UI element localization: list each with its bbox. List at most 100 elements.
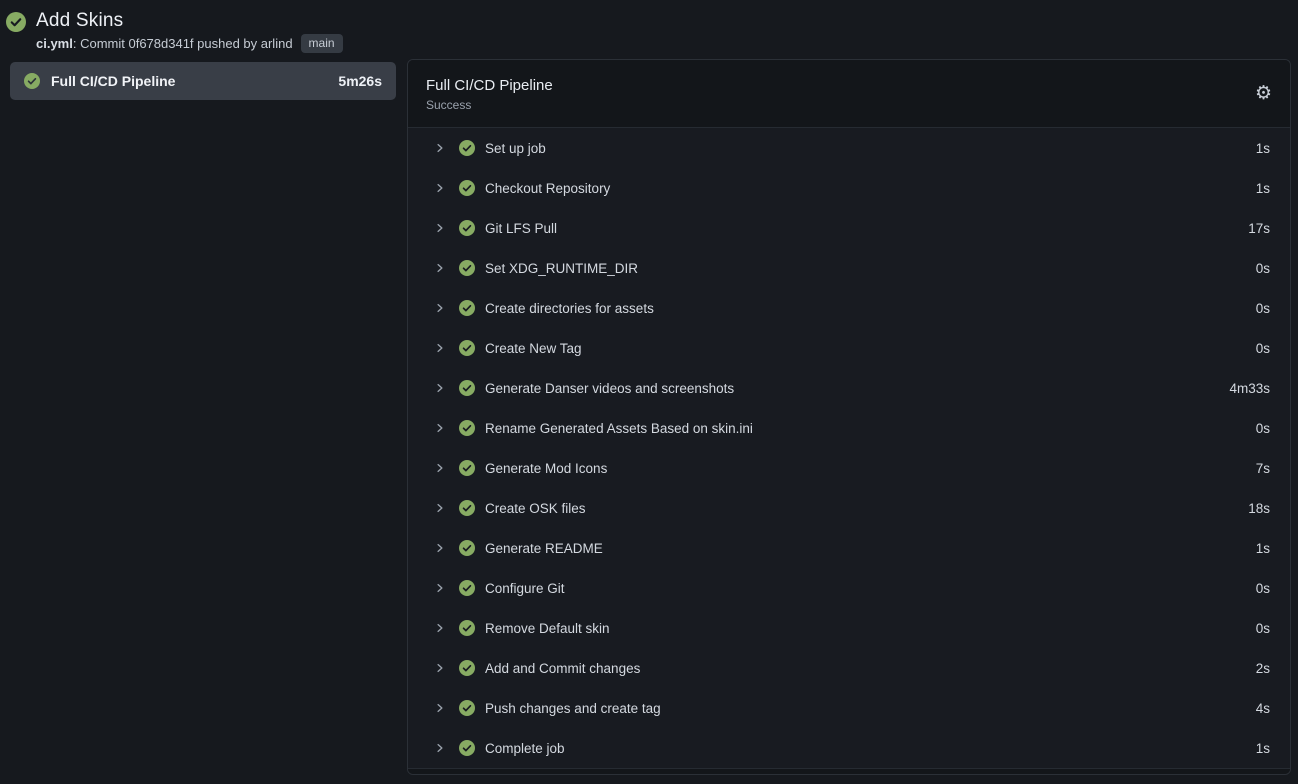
step-row[interactable]: Git LFS Pull 17s — [408, 208, 1290, 248]
step-success-icon — [459, 580, 475, 596]
chevron-right-icon — [434, 742, 446, 754]
step-name: Git LFS Pull — [485, 221, 557, 236]
job-panel: Full CI/CD Pipeline Success ⚙ Set up job… — [407, 59, 1291, 775]
step-success-icon — [459, 140, 475, 156]
step-row[interactable]: Set up job 1s — [408, 128, 1290, 168]
step-success-icon — [459, 180, 475, 196]
step-success-icon — [459, 500, 475, 516]
job-list-item-full-ci-cd-pipeline[interactable]: Full CI/CD Pipeline 5m26s — [10, 62, 396, 100]
step-duration: 0s — [1256, 621, 1270, 636]
step-row[interactable]: Configure Git 0s — [408, 568, 1290, 608]
step-success-icon — [459, 660, 475, 676]
job-duration: 5m26s — [338, 73, 382, 89]
step-row[interactable]: Create New Tag 0s — [408, 328, 1290, 368]
step-duration: 0s — [1256, 421, 1270, 436]
chevron-right-icon — [434, 422, 446, 434]
step-name: Remove Default skin — [485, 621, 610, 636]
job-panel-footer — [408, 768, 1290, 774]
step-row[interactable]: Remove Default skin 0s — [408, 608, 1290, 648]
chevron-right-icon — [434, 702, 446, 714]
step-duration: 1s — [1256, 741, 1270, 756]
step-name: Checkout Repository — [485, 181, 610, 196]
job-success-icon — [24, 73, 40, 89]
step-duration: 1s — [1256, 141, 1270, 156]
step-success-icon — [459, 260, 475, 276]
job-panel-title: Full CI/CD Pipeline — [426, 76, 553, 95]
chevron-right-icon — [434, 582, 446, 594]
chevron-right-icon — [434, 462, 446, 474]
step-success-icon — [459, 380, 475, 396]
step-name: Create New Tag — [485, 341, 582, 356]
step-duration: 4m33s — [1229, 381, 1270, 396]
step-success-icon — [459, 220, 475, 236]
commit-text: : Commit 0f678d341f pushed by arlind — [73, 36, 293, 51]
step-duration: 0s — [1256, 301, 1270, 316]
step-name: Generate README — [485, 541, 603, 556]
branch-badge[interactable]: main — [301, 34, 343, 53]
step-duration: 7s — [1256, 461, 1270, 476]
step-name: Create OSK files — [485, 501, 586, 516]
chevron-right-icon — [434, 502, 446, 514]
step-success-icon — [459, 300, 475, 316]
step-name: Rename Generated Assets Based on skin.in… — [485, 421, 753, 436]
step-name: Create directories for assets — [485, 301, 654, 316]
step-row[interactable]: Checkout Repository 1s — [408, 168, 1290, 208]
step-row[interactable]: Generate Mod Icons 7s — [408, 448, 1290, 488]
chevron-right-icon — [434, 302, 446, 314]
run-title: Add Skins — [36, 9, 343, 32]
step-row[interactable]: Create OSK files 18s — [408, 488, 1290, 528]
job-name: Full CI/CD Pipeline — [51, 73, 175, 89]
step-success-icon — [459, 420, 475, 436]
step-name: Configure Git — [485, 581, 565, 596]
step-row[interactable]: Complete job 1s — [408, 728, 1290, 768]
steps-list: Set up job 1s Checkout Repository 1s — [408, 128, 1290, 768]
step-name: Complete job — [485, 741, 565, 756]
step-success-icon — [459, 340, 475, 356]
chevron-right-icon — [434, 222, 446, 234]
chevron-right-icon — [434, 662, 446, 674]
step-name: Push changes and create tag — [485, 701, 661, 716]
step-duration: 4s — [1256, 701, 1270, 716]
step-duration: 1s — [1256, 541, 1270, 556]
step-duration: 0s — [1256, 261, 1270, 276]
step-row[interactable]: Set XDG_RUNTIME_DIR 0s — [408, 248, 1290, 288]
step-duration: 0s — [1256, 581, 1270, 596]
step-row[interactable]: Generate Danser videos and screenshots 4… — [408, 368, 1290, 408]
step-row[interactable]: Rename Generated Assets Based on skin.in… — [408, 408, 1290, 448]
step-success-icon — [459, 740, 475, 756]
run-success-icon — [6, 12, 26, 32]
chevron-right-icon — [434, 342, 446, 354]
run-content: Full CI/CD Pipeline 5m26s Full CI/CD Pip… — [0, 59, 1298, 775]
step-name: Set up job — [485, 141, 546, 156]
chevron-right-icon — [434, 262, 446, 274]
job-status: Success — [426, 98, 553, 112]
step-duration: 1s — [1256, 181, 1270, 196]
run-header: Add Skins ci.yml: Commit 0f678d341f push… — [0, 0, 1298, 53]
chevron-right-icon — [434, 622, 446, 634]
step-name: Set XDG_RUNTIME_DIR — [485, 261, 638, 276]
step-row[interactable]: Push changes and create tag 4s — [408, 688, 1290, 728]
chevron-right-icon — [434, 182, 446, 194]
step-success-icon — [459, 620, 475, 636]
step-name: Add and Commit changes — [485, 661, 640, 676]
chevron-right-icon — [434, 542, 446, 554]
step-success-icon — [459, 460, 475, 476]
chevron-right-icon — [434, 142, 446, 154]
step-row[interactable]: Create directories for assets 0s — [408, 288, 1290, 328]
step-success-icon — [459, 700, 475, 716]
step-duration: 2s — [1256, 661, 1270, 676]
step-duration: 0s — [1256, 341, 1270, 356]
workflow-file: ci.yml — [36, 36, 73, 51]
step-success-icon — [459, 540, 475, 556]
run-subtitle: ci.yml: Commit 0f678d341f pushed by arli… — [36, 34, 343, 53]
step-duration: 18s — [1248, 501, 1270, 516]
job-panel-header: Full CI/CD Pipeline Success ⚙ — [408, 60, 1290, 128]
step-name: Generate Danser videos and screenshots — [485, 381, 734, 396]
job-list: Full CI/CD Pipeline 5m26s — [10, 59, 396, 100]
step-row[interactable]: Add and Commit changes 2s — [408, 648, 1290, 688]
gear-icon[interactable]: ⚙ — [1255, 84, 1272, 103]
chevron-right-icon — [434, 382, 446, 394]
step-row[interactable]: Generate README 1s — [408, 528, 1290, 568]
step-name: Generate Mod Icons — [485, 461, 607, 476]
step-duration: 17s — [1248, 221, 1270, 236]
